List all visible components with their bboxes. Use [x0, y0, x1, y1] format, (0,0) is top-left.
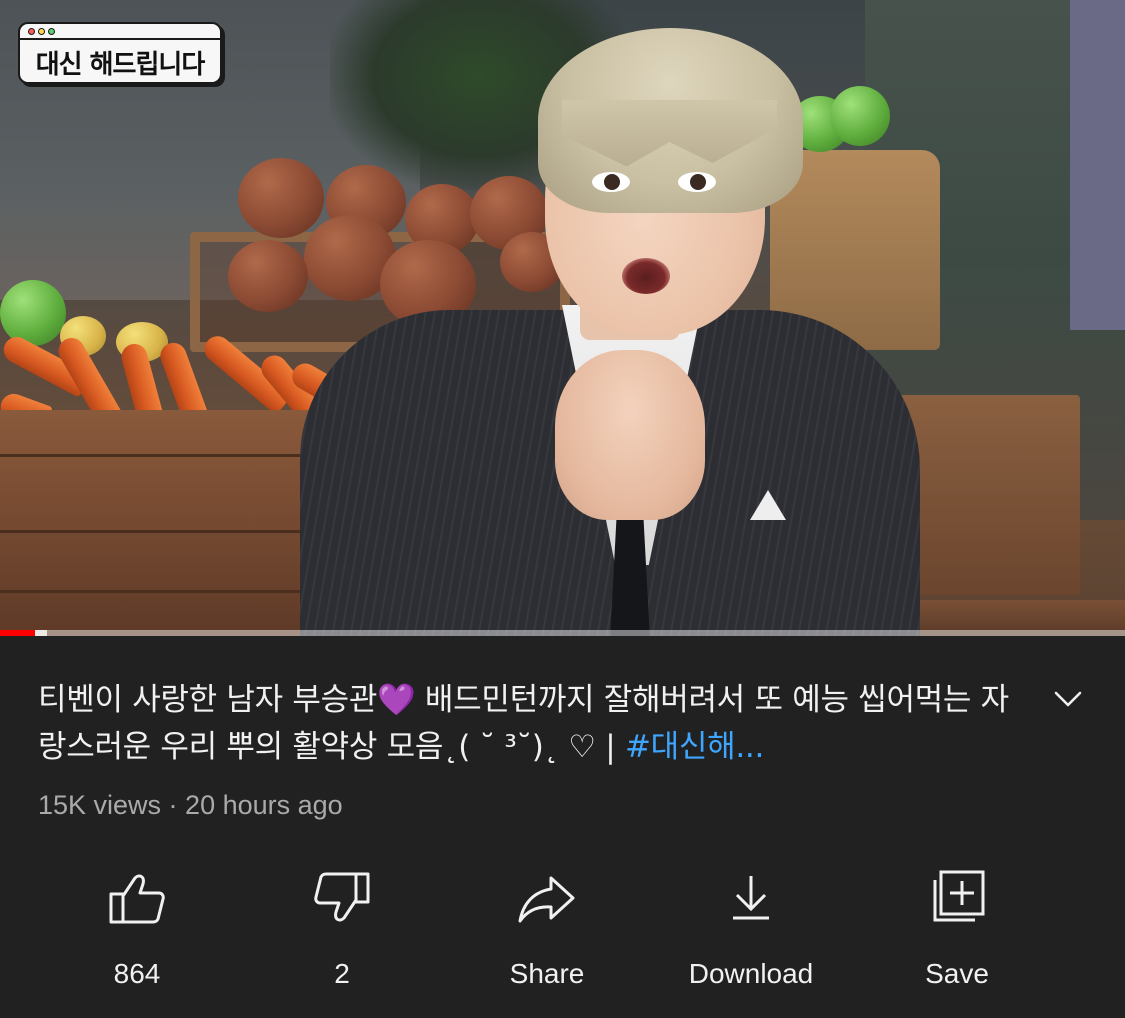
thumbs-down-icon: [314, 872, 370, 922]
save-button[interactable]: Save: [867, 862, 1047, 992]
video-player[interactable]: 대신 해드립니다: [0, 0, 1125, 636]
like-count: 864: [113, 958, 161, 989]
like-button[interactable]: 864: [47, 862, 227, 992]
chevron-down-icon: [1054, 691, 1082, 707]
progress-played: [0, 630, 35, 636]
share-button[interactable]: Share: [457, 862, 637, 992]
share-label: Share: [509, 958, 585, 989]
progress-buffered: [35, 630, 47, 636]
clasped-hands: [555, 350, 705, 520]
left-eye: [592, 172, 630, 192]
action-bar: 864 2 Share Download Save: [0, 862, 1125, 1002]
fruit: [0, 280, 66, 346]
person: [300, 20, 940, 636]
background-strip: [1070, 0, 1125, 330]
channel-logo-badge: 대신 해드립니다: [18, 22, 222, 84]
download-label: Download: [688, 958, 814, 989]
progress-bar[interactable]: [0, 630, 1125, 636]
download-icon: [733, 876, 769, 920]
fruit: [228, 240, 308, 312]
thumbs-up-icon: [109, 874, 165, 924]
dislike-count: 2: [334, 958, 350, 989]
download-button[interactable]: Download: [661, 862, 841, 992]
add-to-playlist-icon: [933, 870, 985, 922]
channel-logo-text: 대신 해드립니다: [35, 50, 206, 80]
wooden-shelf: [0, 410, 350, 636]
dislike-button[interactable]: 2: [252, 862, 432, 992]
window-dots-icon: [28, 28, 55, 35]
right-eye: [678, 172, 716, 192]
save-label: Save: [925, 958, 989, 989]
hashtag-link[interactable]: #대신해...: [625, 729, 764, 765]
video-title[interactable]: 티벤이 사랑한 남자 부승관💜 배드민턴까지 잘해버려서 또 예능 씹어먹는 자…: [38, 677, 1028, 771]
mouth: [622, 258, 670, 294]
expand-description-button[interactable]: [1051, 686, 1085, 712]
video-meta: 15K views · 20 hours ago: [38, 790, 343, 820]
video-title-text: 티벤이 사랑한 남자 부승관💜 배드민턴까지 잘해버려서 또 예능 씹어먹는 자…: [38, 682, 1009, 765]
share-arrow-icon: [518, 876, 575, 923]
